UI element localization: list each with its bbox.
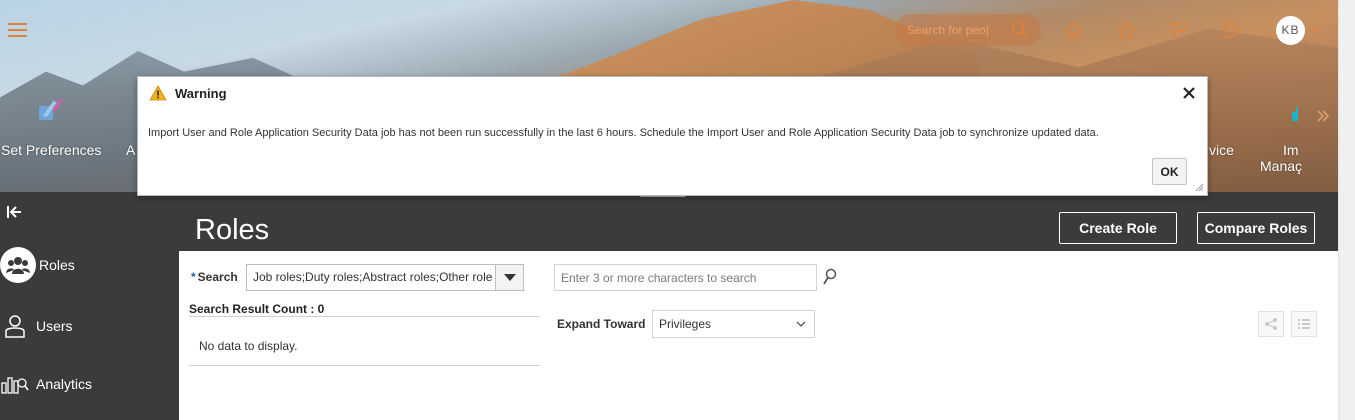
chevron-down-icon	[796, 321, 806, 327]
chevron-down-icon[interactable]	[1309, 24, 1319, 34]
warning-dialog: Warning Import User and Role Application…	[137, 76, 1208, 196]
page-title: Roles	[195, 214, 270, 246]
required-marker: *	[191, 270, 196, 284]
quick-action-manage[interactable]: Manaç	[1260, 158, 1302, 174]
graph-view-button[interactable]	[1258, 311, 1284, 337]
divider	[189, 365, 540, 366]
star-icon[interactable]	[1115, 19, 1137, 41]
expand-toward-select[interactable]: Privileges	[652, 310, 815, 338]
expand-toward-value: Privileges	[659, 317, 712, 331]
sidebar-item-label: Users	[36, 318, 73, 334]
role-type-select[interactable]: Job roles;Duty roles;Abstract roles;Othe…	[246, 264, 524, 291]
global-search-input[interactable]	[907, 23, 1003, 37]
list-view-button[interactable]	[1291, 311, 1317, 337]
sidebar-item-label: Analytics	[36, 376, 93, 392]
search-label-text: Search	[197, 270, 238, 284]
create-role-button[interactable]: Create Role	[1059, 212, 1177, 244]
quick-action-import[interactable]: Im	[1283, 142, 1299, 158]
search-icon[interactable]	[1011, 21, 1029, 39]
collapse-sidebar-icon[interactable]	[6, 204, 24, 220]
bell-icon[interactable]	[1220, 19, 1242, 41]
list-icon	[1298, 319, 1310, 329]
search-result-count: Search Result Count : 0	[189, 302, 325, 316]
resize-grip-icon[interactable]	[1194, 182, 1204, 192]
dialog-message: Import User and Role Application Securit…	[148, 127, 1099, 139]
users-icon	[0, 311, 30, 341]
role-search-input[interactable]	[554, 264, 817, 291]
close-icon[interactable]	[1182, 86, 1196, 100]
page-scrollbar[interactable]	[1338, 0, 1355, 420]
hierarchy-icon	[1265, 318, 1277, 330]
warning-icon	[149, 85, 167, 101]
hamburger-menu-icon[interactable]	[8, 23, 27, 37]
global-search[interactable]	[895, 14, 1041, 46]
set-preferences-icon[interactable]	[36, 96, 68, 124]
expand-toward-label: Expand Toward	[557, 317, 646, 331]
roles-icon	[0, 247, 36, 283]
import-manage-icon[interactable]	[1290, 106, 1302, 122]
home-icon[interactable]	[1063, 19, 1085, 41]
dialog-title: Warning	[175, 86, 227, 101]
divider	[189, 316, 540, 317]
avatar[interactable]: KB	[1276, 16, 1305, 45]
quick-action-partial[interactable]: A	[126, 142, 135, 158]
search-icon[interactable]	[822, 268, 838, 286]
ok-button[interactable]: OK	[1152, 158, 1187, 185]
flag-icon[interactable]	[1168, 19, 1190, 41]
sidebar-item-users[interactable]: Users	[0, 311, 73, 341]
search-label: * Search	[191, 270, 238, 284]
role-type-dropdown-button[interactable]	[495, 265, 523, 290]
no-data-message: No data to display.	[199, 339, 298, 353]
sidebar-item-label: Roles	[39, 257, 75, 273]
compare-roles-button[interactable]: Compare Roles	[1197, 212, 1315, 244]
sidebar-item-roles[interactable]: Roles	[0, 247, 75, 283]
set-preferences-link[interactable]: Set Preferences	[1, 142, 101, 158]
quick-action-service[interactable]: vice	[1209, 142, 1234, 158]
analytics-icon	[0, 369, 30, 399]
double-chevron-right-icon[interactable]	[1316, 109, 1330, 123]
sidebar-item-analytics[interactable]: Analytics	[0, 369, 92, 399]
